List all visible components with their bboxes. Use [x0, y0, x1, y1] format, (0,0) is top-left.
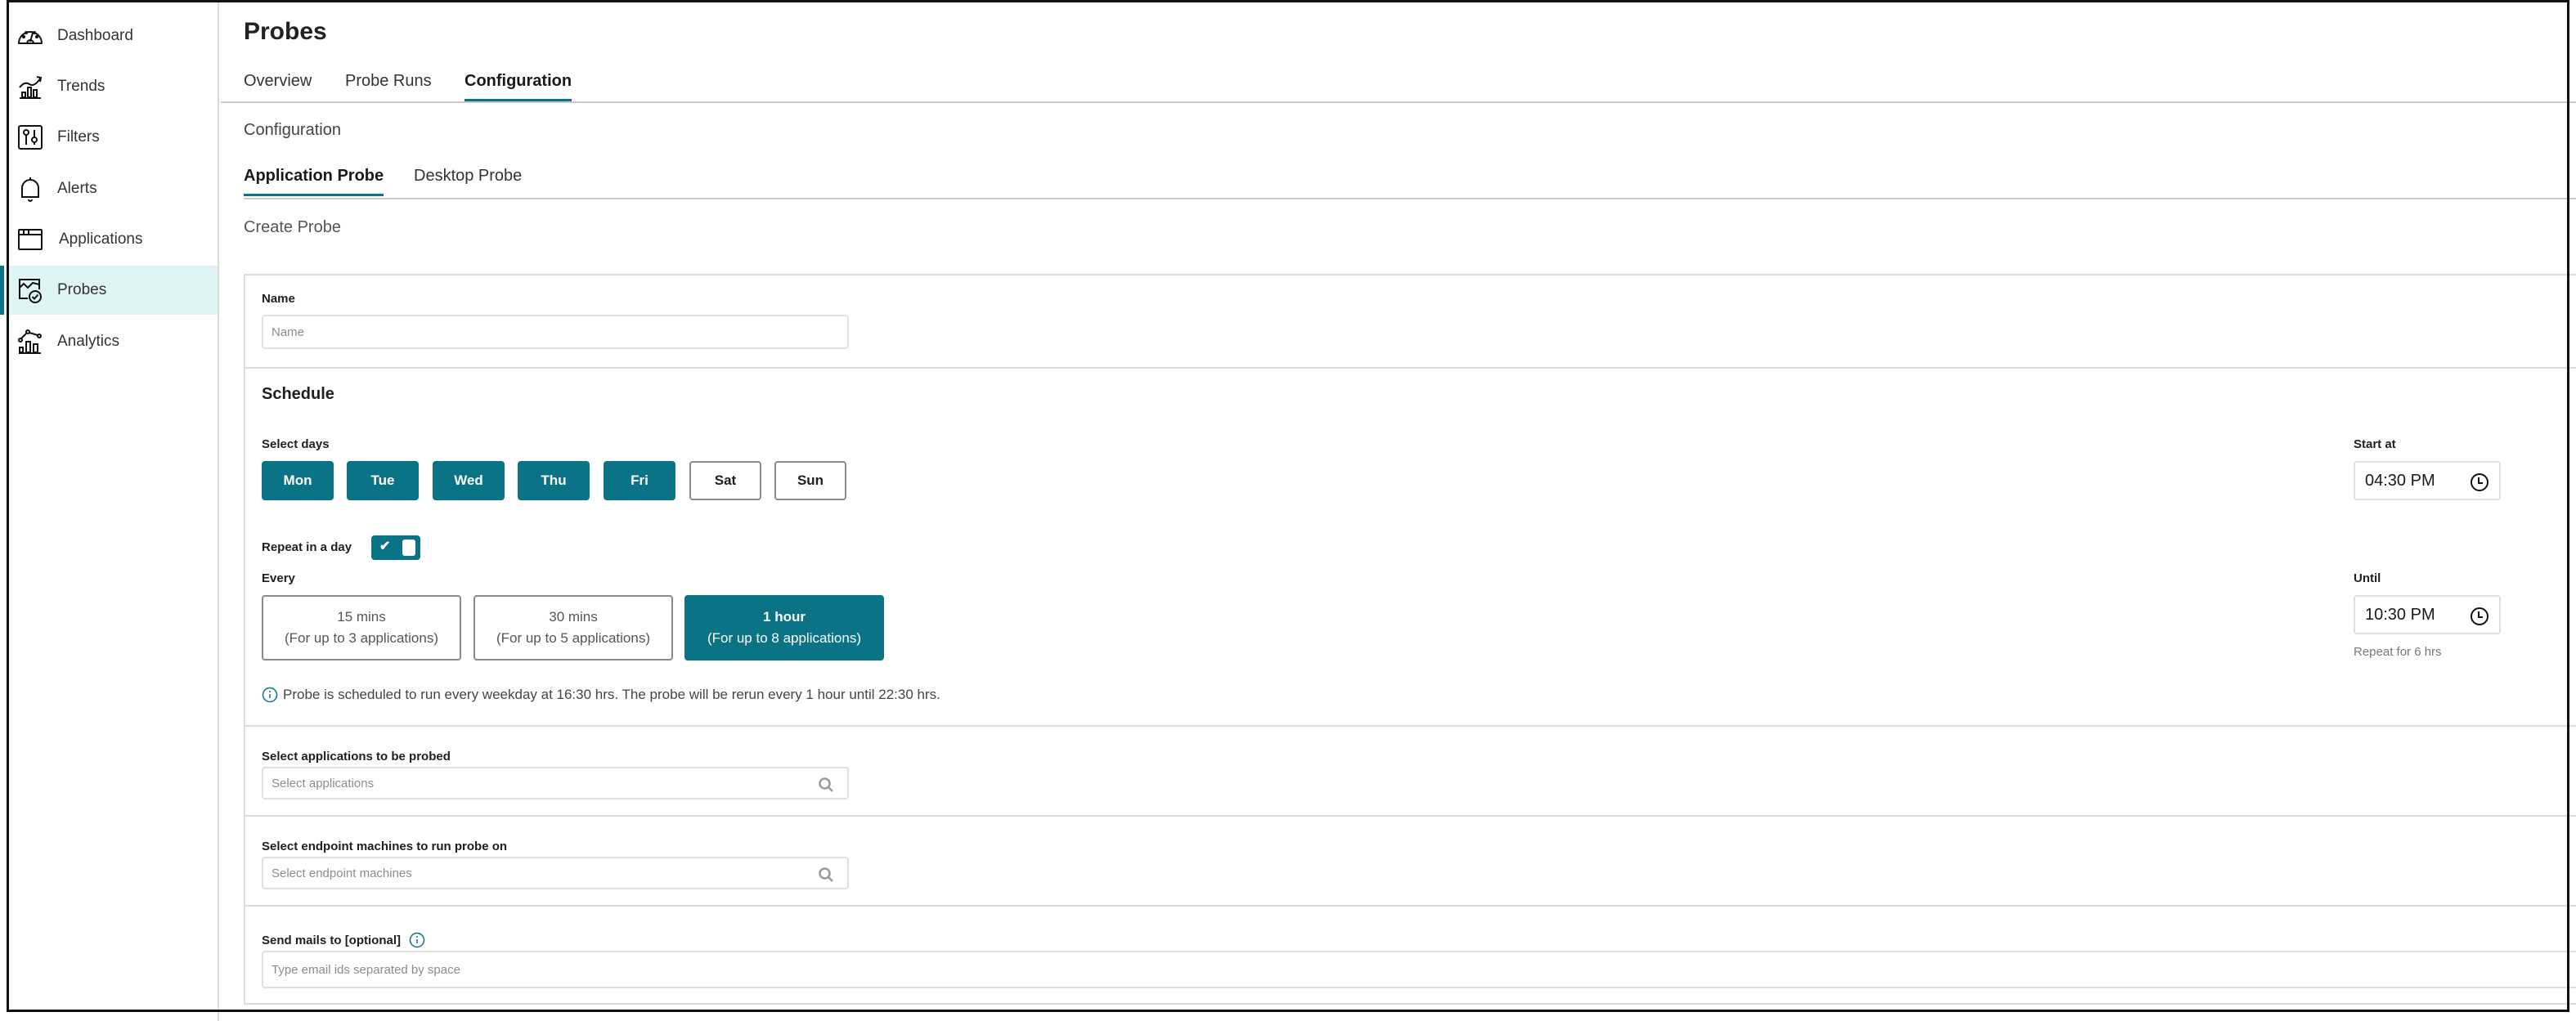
- until-time-value: 10:30 PM: [2365, 605, 2435, 624]
- repeat-toggle[interactable]: ✔: [371, 535, 420, 560]
- interval-label: 1 hour: [763, 609, 806, 625]
- sidebar-item-probes[interactable]: Probes: [0, 266, 218, 315]
- endpoints-label: Select endpoint machines to run probe on: [262, 840, 508, 853]
- sidebar-item-label: Trends: [57, 78, 105, 95]
- tab-overview[interactable]: Overview: [244, 72, 312, 99]
- search-icon[interactable]: [818, 867, 834, 883]
- until-label: Until: [2354, 571, 2381, 585]
- sidebar-item-label: Alerts: [57, 180, 97, 197]
- analytics-icon: [16, 328, 44, 356]
- day-sun-button[interactable]: Sun: [774, 461, 846, 500]
- main-content: Probes Overview Probe Runs Configuration…: [221, 0, 2576, 1021]
- create-probe-title: Create Probe: [244, 218, 341, 236]
- sidebar-item-label: Probes: [57, 281, 107, 298]
- day-sat-button[interactable]: Sat: [689, 461, 761, 500]
- clock-icon: [2471, 607, 2488, 625]
- emails-field-wrapper: [262, 951, 2576, 988]
- every-label: Every: [262, 571, 295, 585]
- emails-label: Send mails to [optional]: [262, 933, 402, 947]
- info-icon: [262, 687, 278, 703]
- sidebar-item-dashboard[interactable]: Dashboard: [7, 11, 218, 60]
- start-time-value: 04:30 PM: [2365, 471, 2435, 490]
- until-time-picker[interactable]: 10:30 PM: [2354, 595, 2501, 634]
- active-indicator: [0, 266, 4, 315]
- repeat-label: Repeat in a day: [262, 540, 352, 554]
- sliders-icon: [16, 123, 44, 151]
- day-tue-button[interactable]: Tue: [347, 461, 419, 500]
- sidebar-item-label: Filters: [57, 128, 100, 146]
- interval-sublabel: (For up to 8 applications): [707, 630, 862, 646]
- create-probe-form: Name Schedule Select days Mon Tue Wed Th…: [244, 274, 2576, 1005]
- sidebar-item-filters[interactable]: Filters: [7, 113, 218, 162]
- schedule-heading: Schedule: [262, 385, 334, 403]
- divider: [245, 905, 2576, 907]
- start-time-picker[interactable]: 04:30 PM: [2354, 461, 2501, 500]
- name-label: Name: [262, 292, 295, 306]
- probe-check-icon: [16, 276, 44, 304]
- section-title: Configuration: [244, 121, 341, 139]
- interval-label: 15 mins: [337, 609, 386, 625]
- name-field-wrapper: [262, 315, 849, 349]
- sidebar: Dashboard Trends Filters Alerts Applicat…: [0, 0, 219, 1021]
- bell-icon: [16, 175, 44, 203]
- schedule-summary-text: Probe is scheduled to run every weekday …: [283, 687, 940, 702]
- search-icon[interactable]: [818, 777, 834, 793]
- day-mon-button[interactable]: Mon: [262, 461, 334, 500]
- endpoints-field-wrapper: [262, 857, 849, 889]
- app-window-icon: [16, 226, 44, 253]
- applications-search-input[interactable]: [272, 776, 847, 790]
- main-tabs: Overview Probe Runs Configuration: [221, 69, 2576, 103]
- trend-chart-icon: [16, 73, 44, 101]
- day-wed-button[interactable]: Wed: [433, 461, 505, 500]
- sidebar-item-trends[interactable]: Trends: [7, 62, 218, 111]
- emails-label-row: Send mails to [optional]: [262, 932, 425, 948]
- interval-30-mins-option[interactable]: 30 mins (For up to 5 applications): [473, 595, 673, 661]
- name-input[interactable]: [272, 325, 847, 339]
- day-fri-button[interactable]: Fri: [604, 461, 675, 500]
- endpoints-search-input[interactable]: [272, 866, 847, 880]
- tab-desktop-probe[interactable]: Desktop Probe: [414, 167, 522, 194]
- select-days-label: Select days: [262, 437, 330, 451]
- sidebar-item-alerts[interactable]: Alerts: [7, 164, 218, 213]
- applications-field-wrapper: [262, 767, 849, 799]
- interval-sublabel: (For up to 5 applications): [496, 630, 651, 646]
- interval-sublabel: (For up to 3 applications): [284, 630, 439, 646]
- sidebar-item-analytics[interactable]: Analytics: [7, 317, 218, 366]
- applications-label: Select applications to be probed: [262, 750, 451, 764]
- divider: [245, 367, 2576, 369]
- sidebar-item-label: Analytics: [57, 333, 120, 350]
- tab-configuration[interactable]: Configuration: [464, 72, 572, 101]
- toggle-knob: [402, 540, 415, 556]
- check-icon: ✔: [379, 540, 391, 553]
- sidebar-item-label: Applications: [59, 231, 143, 248]
- tab-application-probe[interactable]: Application Probe: [244, 167, 384, 196]
- start-at-label: Start at: [2354, 437, 2396, 451]
- interval-label: 30 mins: [549, 609, 598, 625]
- gauge-icon: [16, 22, 44, 50]
- tab-probe-runs[interactable]: Probe Runs: [345, 72, 432, 99]
- emails-input[interactable]: [272, 962, 2576, 977]
- clock-icon: [2471, 473, 2488, 491]
- interval-15-mins-option[interactable]: 15 mins (For up to 3 applications): [262, 595, 461, 661]
- sidebar-item-label: Dashboard: [57, 27, 133, 44]
- interval-1-hour-option[interactable]: 1 hour (For up to 8 applications): [684, 595, 884, 661]
- schedule-summary: Probe is scheduled to run every weekday …: [262, 687, 940, 703]
- divider: [245, 815, 2576, 817]
- day-thu-button[interactable]: Thu: [518, 461, 590, 500]
- page-title: Probes: [244, 18, 327, 45]
- sidebar-item-applications[interactable]: Applications: [7, 215, 218, 264]
- probe-type-tabs: Application Probe Desktop Probe: [244, 165, 2576, 199]
- divider: [245, 725, 2576, 727]
- info-icon[interactable]: [409, 932, 425, 948]
- repeat-duration-hint: Repeat for 6 hrs: [2354, 645, 2442, 659]
